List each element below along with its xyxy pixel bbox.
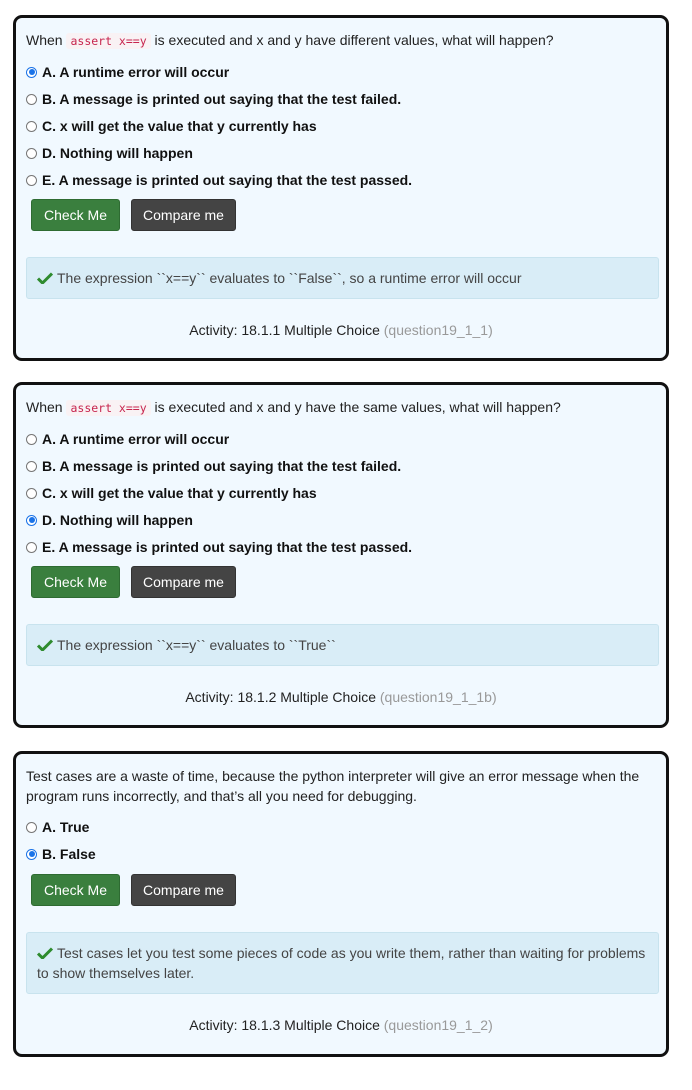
feedback-text: The expression ``x==y`` evaluates to ``F… [57,270,522,286]
radio-button[interactable] [26,821,37,833]
question-card-3: Test cases are a waste of time, because … [13,751,669,1057]
radio-button[interactable] [26,66,37,78]
question-prompt: When assert x==y is executed and x and y… [26,30,646,51]
activity-label: Activity: 18.1.1 Multiple Choice (questi… [16,322,666,338]
prompt-text: is executed and x and y have the same va… [150,399,561,415]
option-b[interactable]: B. A message is printed out saying that … [26,90,401,108]
radio-button[interactable] [26,848,37,860]
prompt-text: When [26,32,67,48]
option-label: B. A message is printed out saying that … [42,91,402,107]
option-d[interactable]: D. Nothing will happen [26,511,193,529]
compare-me-button[interactable]: Compare me [131,566,236,598]
option-b[interactable]: B. False [26,845,96,863]
check-me-button[interactable]: Check Me [31,874,120,906]
feedback-box: The expression ``x==y`` evaluates to ``T… [26,624,659,666]
option-c[interactable]: C. x will get the value that y currently… [26,117,317,135]
option-label: E. A message is printed out saying that … [42,539,413,555]
question-prompt: When assert x==y is executed and x and y… [26,397,646,418]
option-label: A. A runtime error will occur [42,431,230,447]
option-label: A. True [42,819,90,835]
prompt-text: When [26,399,67,415]
activity-id: (question19_1_2) [383,1017,493,1033]
check-me-button[interactable]: Check Me [31,199,120,231]
question-card-1: When assert x==y is executed and x and y… [13,15,669,361]
radio-button[interactable] [26,93,37,105]
option-label: C. x will get the value that y currently… [42,118,317,134]
radio-button[interactable] [26,541,37,553]
question-prompt: Test cases are a waste of time, because … [26,766,646,806]
feedback-text: Test cases let you test some pieces of c… [37,945,646,981]
check-me-button[interactable]: Check Me [31,566,120,598]
code-snippet: assert x==y [66,33,151,49]
option-d[interactable]: D. Nothing will happen [26,144,193,162]
checkmark-icon [37,272,53,284]
option-e[interactable]: E. A message is printed out saying that … [26,538,412,556]
feedback-box: The expression ``x==y`` evaluates to ``F… [26,257,659,299]
prompt-text: is executed and x and y have different v… [150,32,554,48]
option-e[interactable]: E. A message is printed out saying that … [26,171,412,189]
option-label: A. A runtime error will occur [42,64,230,80]
radio-button[interactable] [26,460,37,472]
activity-title: Activity: 18.1.2 Multiple Choice [185,689,376,705]
option-a[interactable]: A. True [26,818,89,836]
radio-button[interactable] [26,120,37,132]
option-label: C. x will get the value that y currently… [42,485,317,501]
activity-label: Activity: 18.1.3 Multiple Choice (questi… [16,1017,666,1033]
option-a[interactable]: A. A runtime error will occur [26,430,229,448]
radio-button[interactable] [26,514,37,526]
activity-title: Activity: 18.1.1 Multiple Choice [189,322,380,338]
question-card-2: When assert x==y is executed and x and y… [13,382,669,728]
compare-me-button[interactable]: Compare me [131,874,236,906]
option-label: E. A message is printed out saying that … [42,172,413,188]
feedback-box: Test cases let you test some pieces of c… [26,932,659,994]
option-b[interactable]: B. A message is printed out saying that … [26,457,401,475]
checkmark-icon [37,639,53,651]
activity-title: Activity: 18.1.3 Multiple Choice [189,1017,380,1033]
radio-button[interactable] [26,487,37,499]
radio-button[interactable] [26,174,37,186]
compare-me-button[interactable]: Compare me [131,199,236,231]
option-c[interactable]: C. x will get the value that y currently… [26,484,317,502]
activity-label: Activity: 18.1.2 Multiple Choice (questi… [16,689,666,705]
checkmark-icon [37,947,53,959]
activity-id: (question19_1_1) [383,322,493,338]
feedback-text: The expression ``x==y`` evaluates to ``T… [57,637,336,653]
radio-button[interactable] [26,147,37,159]
prompt-text: Test cases are a waste of time, because … [26,768,640,804]
code-snippet: assert x==y [66,400,151,416]
option-a[interactable]: A. A runtime error will occur [26,63,229,81]
option-label: D. Nothing will happen [42,512,193,528]
activity-id: (question19_1_1b) [379,689,497,705]
option-label: B. False [42,846,96,862]
option-label: B. A message is printed out saying that … [42,458,402,474]
option-label: D. Nothing will happen [42,145,193,161]
radio-button[interactable] [26,433,37,445]
